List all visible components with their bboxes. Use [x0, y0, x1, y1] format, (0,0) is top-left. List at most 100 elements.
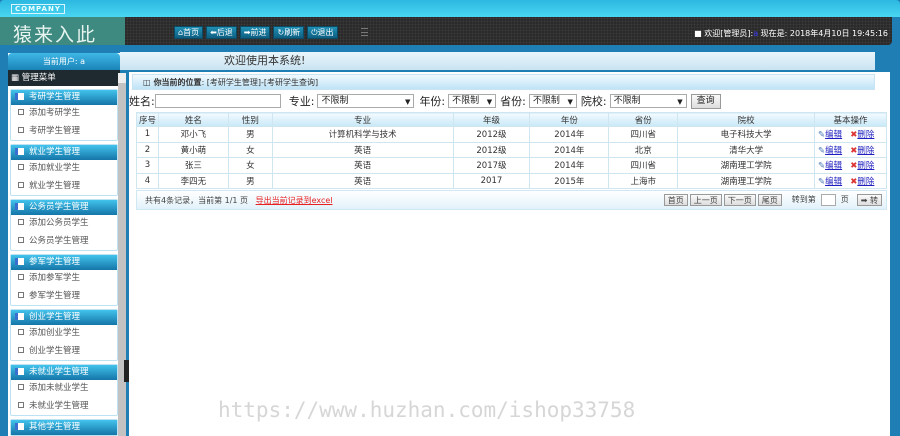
table-footer: 共有4条记录，当前第 1/1 页 导出当前记录到excel 首页 上一页 下一页… — [136, 190, 887, 210]
page-icon — [18, 346, 24, 353]
page-icon — [18, 401, 24, 408]
menu-item[interactable]: 参军学生管理 — [11, 288, 117, 306]
watermark: https://www.huzhan.com/ishop33758 — [218, 398, 636, 422]
menu-item[interactable]: 就业学生管理 — [11, 178, 117, 196]
menu-item[interactable]: 考研学生管理 — [11, 123, 117, 141]
nav-refresh-button[interactable]: ↻刷新 — [273, 26, 305, 39]
main-content: ◫你当前的位置: [考研学生管理]-[考研学生查询] 姓名: 专业:不限制 年份… — [129, 72, 890, 436]
page-icon — [18, 274, 24, 280]
province-select[interactable]: 不限制 — [528, 94, 577, 108]
menu-group-header[interactable]: 就业学生管理 — [11, 145, 117, 160]
menu-item[interactable]: 添加就业学生 — [11, 160, 117, 178]
menu-icon[interactable] — [361, 28, 368, 36]
table-row: 4 李四无男英语 2017 2015年 上海市 湖南理工学院 ✎编辑 ✖删除 — [136, 172, 888, 189]
nav-forward-button[interactable]: ➡前进 — [239, 26, 271, 39]
page-icon — [18, 384, 24, 390]
table-row: 2 黄小萌女英语 2012级 2014年 北京 清华大学 ✎编辑 ✖删除 — [136, 141, 888, 158]
top-strip: COMPANY — [0, 0, 900, 17]
year-select[interactable]: 不限制 — [448, 94, 497, 108]
column-header: 序号 — [136, 112, 159, 127]
name-input[interactable] — [154, 94, 281, 108]
user-status: ■ 欢迎[管理员]:a 现在是: 2018年4月10日 19:45:16 — [694, 29, 888, 38]
last-page-button[interactable]: 尾页 — [757, 194, 782, 206]
table-cell: 女 — [227, 141, 273, 158]
table-cell: 李四无 — [157, 172, 229, 189]
menu-group: 未就业学生管理 添加未就业学生 未就业学生管理 — [10, 364, 118, 416]
menu-item[interactable]: 添加公务员学生 — [11, 215, 117, 233]
site-logo: 猿来入此 — [0, 17, 125, 46]
menu-group-header[interactable]: 未就业学生管理 — [11, 365, 117, 380]
table-cell: 4 — [136, 172, 159, 189]
edit-link[interactable]: 编辑 — [825, 146, 842, 156]
menu-group-header[interactable]: 创业学生管理 — [11, 310, 117, 325]
next-page-button[interactable]: 下一页 — [723, 194, 756, 206]
panel-icon — [15, 93, 24, 100]
column-header: 专业 — [271, 112, 454, 127]
panel-icon — [15, 258, 24, 265]
menu-item[interactable]: 添加未就业学生 — [11, 380, 117, 398]
table-cell: 2014年 — [529, 157, 610, 174]
current-user: 当前用户: a — [8, 53, 120, 70]
table-cell: 英语 — [271, 157, 454, 174]
menu-item[interactable]: 未就业学生管理 — [11, 398, 117, 416]
delete-link[interactable]: 删除 — [857, 161, 874, 171]
column-header: 基本操作 — [813, 112, 888, 127]
table-cell: 2017级 — [452, 157, 531, 174]
page-number-input[interactable] — [820, 194, 836, 206]
menu-item[interactable]: 添加参军学生 — [11, 270, 117, 288]
menu-group: 其他学生管理 — [10, 419, 118, 436]
go-button[interactable]: ➡ 转 — [856, 194, 882, 206]
table-cell: 1 — [136, 126, 159, 143]
page-icon — [18, 291, 24, 298]
table-cell: 四川省 — [608, 126, 679, 143]
grid-icon: ▦ — [11, 73, 20, 83]
column-header: 性别 — [227, 112, 273, 127]
table-cell: 张三 — [157, 157, 229, 174]
table-cell: 2015年 — [529, 172, 610, 189]
menu-item[interactable]: 添加考研学生 — [11, 105, 117, 123]
page-icon — [18, 329, 24, 335]
delete-link[interactable]: 删除 — [857, 177, 874, 187]
search-button[interactable]: 查询 — [690, 93, 721, 109]
student-table: 序号 姓名 性别 专业 年级 年份 省份 院校 基本操作 1 邓小飞男计算机科学与技术 2012级 2… — [136, 112, 888, 189]
table-cell: 计算机科学与技术 — [271, 126, 454, 143]
table-cell: 2012级 — [452, 126, 531, 143]
menu-item[interactable]: 创业学生管理 — [11, 343, 117, 361]
table-cell: 北京 — [608, 141, 679, 158]
menu-group-header[interactable]: 考研学生管理 — [11, 90, 117, 105]
table-row: 1 邓小飞男计算机科学与技术 2012级 2014年 四川省 电子科技大学 ✎编辑 ✖删除 — [136, 126, 888, 143]
table-cell: 英语 — [271, 172, 454, 189]
panel-icon — [15, 148, 24, 155]
prev-page-button[interactable]: 上一页 — [689, 194, 722, 206]
edit-link[interactable]: 编辑 — [825, 130, 842, 140]
first-page-button[interactable]: 首页 — [663, 194, 688, 206]
menu-group-header[interactable]: 其他学生管理 — [11, 420, 117, 435]
panel-icon — [15, 423, 24, 430]
page-icon — [18, 219, 24, 225]
search-filter: 姓名: 专业:不限制 年份:不限制 省份:不限制 院校:不限制 查询 — [129, 93, 721, 109]
export-excel-link[interactable]: 导出当前记录到excel — [256, 196, 333, 205]
delete-link[interactable]: 删除 — [857, 130, 874, 140]
table-cell: 邓小飞 — [157, 126, 229, 143]
table-cell: 清华大学 — [677, 141, 815, 158]
school-select[interactable]: 不限制 — [609, 94, 687, 108]
menu-group-header[interactable]: 公务员学生管理 — [11, 200, 117, 215]
delete-link[interactable]: 删除 — [857, 146, 874, 156]
column-header: 姓名 — [157, 112, 229, 127]
menu-item[interactable]: 添加创业学生 — [11, 325, 117, 343]
table-cell: 2014年 — [529, 141, 610, 158]
table-cell: 上海市 — [608, 172, 679, 189]
table-cell: 男 — [227, 172, 273, 189]
nav-back-button[interactable]: ⬅后退 — [206, 26, 237, 39]
welcome-bar: 欢迎使用本系统! — [120, 52, 875, 70]
menu-item[interactable]: 公务员学生管理 — [11, 233, 117, 251]
table-cell: 2 — [136, 141, 159, 158]
major-select[interactable]: 不限制 — [317, 94, 415, 108]
menu-group-header[interactable]: 参军学生管理 — [11, 255, 117, 270]
table-cell: 女 — [227, 157, 273, 174]
menu-group: 参军学生管理 添加参军学生 参军学生管理 — [10, 254, 118, 306]
nav-home-button[interactable]: ⌂首页 — [174, 26, 204, 39]
edit-link[interactable]: 编辑 — [825, 177, 842, 187]
nav-logout-button[interactable]: ⏻退出 — [307, 26, 338, 39]
edit-link[interactable]: 编辑 — [825, 161, 842, 171]
